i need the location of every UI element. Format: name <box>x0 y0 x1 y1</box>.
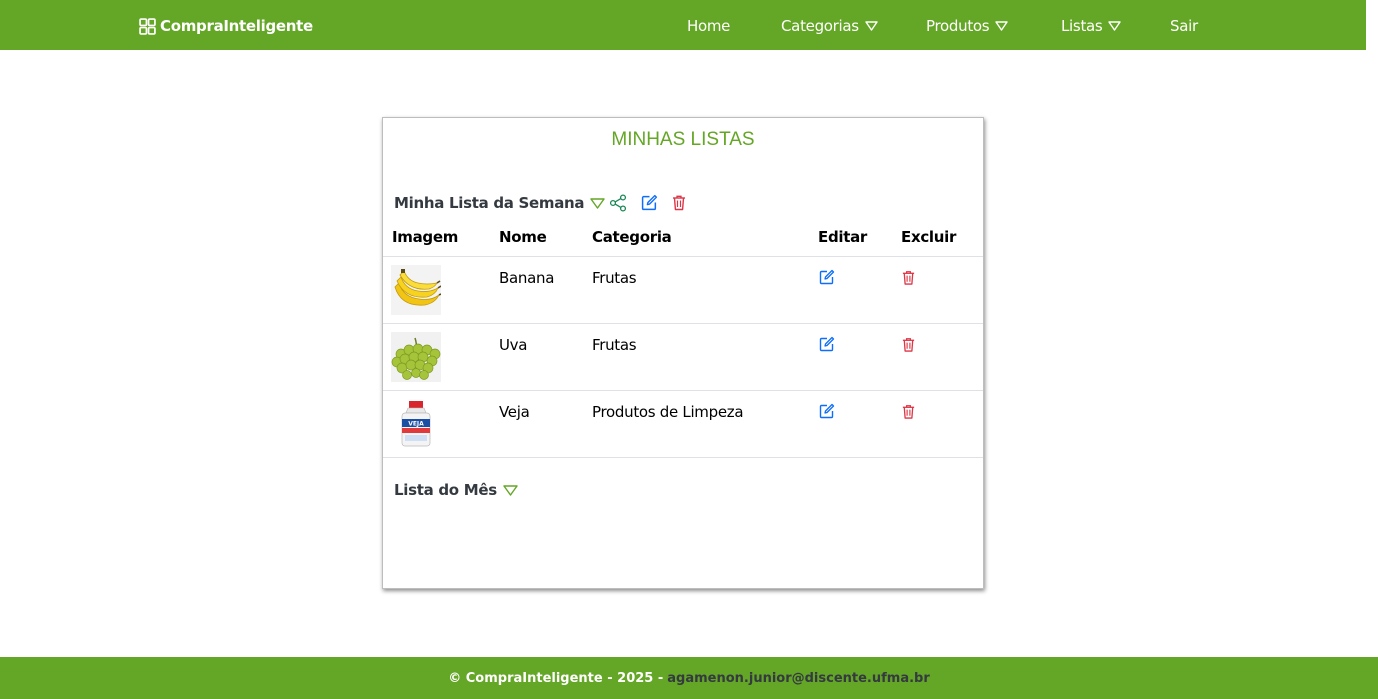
banana-image <box>391 265 442 315</box>
triangle-down-icon <box>503 484 518 496</box>
brand-link[interactable]: CompraInteligente <box>139 15 313 37</box>
brand-name: CompraInteligente <box>160 17 313 35</box>
table-row: Uva Frutas <box>383 323 983 391</box>
table-row: VEJA Veja Produtos de Limpeza <box>383 390 983 458</box>
nav-sair[interactable]: Sair <box>1170 15 1198 37</box>
column-header-excluir: Excluir <box>901 228 957 246</box>
veja-bottle-image: VEJA <box>391 399 441 449</box>
nav-home-label: Home <box>687 17 731 35</box>
grapes-image <box>391 332 441 382</box>
nav-categorias-label: Categorias <box>781 17 859 35</box>
list-name: Lista do Mês <box>394 481 497 499</box>
lists-card: MINHAS LISTAS Minha Lista da Semana Imag… <box>382 117 984 589</box>
footer: © CompraInteligente - 2025 - agamenon.ju… <box>0 657 1378 699</box>
caret-down-icon <box>865 21 878 31</box>
nav-produtos-dropdown[interactable]: Produtos <box>926 15 1009 37</box>
delete-list-icon[interactable] <box>671 194 687 211</box>
footer-copyright: © CompraInteligente - 2025 - <box>448 670 664 686</box>
caret-down-icon <box>1108 21 1122 31</box>
column-header-categoria: Categoria <box>592 228 672 246</box>
nav-listas-label: Listas <box>1061 17 1103 35</box>
nav-categorias-dropdown[interactable]: Categorias <box>781 15 878 37</box>
column-header-imagem: Imagem <box>392 228 459 246</box>
product-category: Produtos de Limpeza <box>592 403 744 421</box>
list-toggle-lista-do-mes[interactable]: Lista do Mês <box>394 481 518 499</box>
page-title: MINHAS LISTAS <box>611 129 755 150</box>
column-header-nome: Nome <box>499 228 547 246</box>
product-name: Uva <box>499 336 528 354</box>
edit-item-icon[interactable] <box>819 336 835 352</box>
share-icon[interactable] <box>609 194 627 212</box>
table-row: Banana Frutas <box>383 256 983 324</box>
svg-text:VEJA: VEJA <box>408 421 424 428</box>
product-category: Frutas <box>592 269 637 287</box>
nav-produtos-label: Produtos <box>926 17 990 35</box>
grid-icon <box>139 17 156 35</box>
footer-email-link[interactable]: agamenon.junior@discente.ufma.br <box>667 671 930 686</box>
delete-item-icon[interactable] <box>901 269 916 286</box>
navbar: CompraInteligente Home Categorias Produt… <box>0 0 1366 50</box>
nav-sair-label: Sair <box>1170 17 1198 35</box>
column-header-editar: Editar <box>818 228 868 246</box>
nav-home[interactable]: Home <box>687 15 730 37</box>
triangle-down-icon <box>590 197 605 209</box>
delete-item-icon[interactable] <box>901 403 916 420</box>
delete-item-icon[interactable] <box>901 336 916 353</box>
product-category: Frutas <box>592 336 637 354</box>
nav-listas-dropdown[interactable]: Listas <box>1061 15 1122 37</box>
edit-list-icon[interactable] <box>641 194 658 211</box>
edit-item-icon[interactable] <box>819 403 835 419</box>
list-toggle-minha-lista-da-semana[interactable]: Minha Lista da Semana <box>394 194 605 212</box>
table-bottom-divider <box>383 457 983 458</box>
product-name: Veja <box>499 403 530 421</box>
caret-down-icon <box>995 21 1009 31</box>
product-name: Banana <box>499 269 555 287</box>
edit-item-icon[interactable] <box>819 269 835 285</box>
list-name: Minha Lista da Semana <box>394 194 585 212</box>
